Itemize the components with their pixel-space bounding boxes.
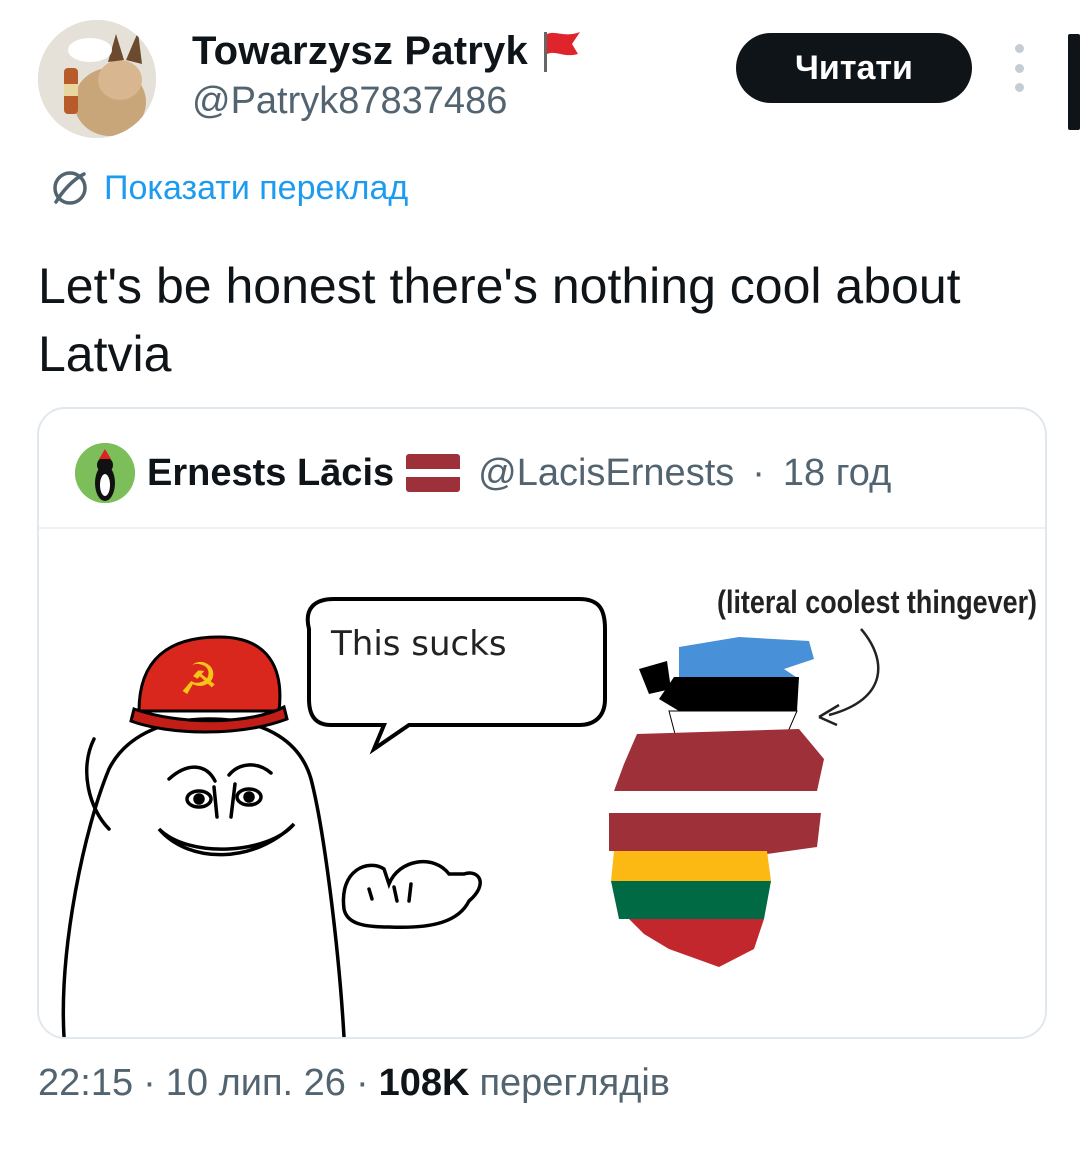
show-translation-label: Показати переклад	[104, 168, 409, 207]
author-display-name[interactable]: Towarzysz Patryk	[192, 29, 528, 74]
quoted-author-handle: @LacisErnests	[478, 451, 735, 494]
caracal-avatar-image	[38, 20, 156, 138]
show-translation-link[interactable]: Показати переклад	[48, 166, 408, 210]
views-count: 108K	[378, 1062, 470, 1104]
globe-icon	[53, 171, 87, 205]
author-avatar[interactable]	[38, 20, 156, 138]
quoted-tweet-header: Ernests Lācis @LacisErnests · 18 год	[75, 443, 891, 503]
quoted-author-avatar	[75, 443, 135, 503]
tweet-footer: 22:15 · 10 лип. 26 · 108K переглядів	[38, 1062, 670, 1105]
speech-bubble: This sucks	[305, 597, 607, 755]
follow-button[interactable]: Читати	[736, 33, 972, 103]
speech-bubble-text: This sucks	[330, 624, 507, 664]
quoted-author-name: Ernests Lācis	[147, 451, 395, 494]
tweet-text: Let's be honest there's nothing cool abo…	[38, 258, 961, 382]
footer-separator: ·	[355, 1062, 369, 1104]
author-name-row: Towarzysz Patryk	[192, 28, 584, 74]
views-label: переглядів	[479, 1062, 670, 1104]
more-options-icon[interactable]	[1006, 44, 1032, 92]
map-caption: (literal coolest thingever)	[717, 584, 1037, 620]
quoted-tweet-age: 18 год	[782, 451, 892, 494]
red-flag-icon	[543, 32, 580, 72]
tweet-date[interactable]: 10 лип. 26	[166, 1062, 346, 1105]
penguin-avatar-image	[75, 443, 135, 503]
svg-text:☭: ☭	[179, 654, 218, 705]
footer-separator: ·	[143, 1062, 156, 1104]
quoted-tweet[interactable]: Ernests Lācis @LacisErnests · 18 год ☭ T…	[37, 407, 1047, 1039]
tweet-time[interactable]: 22:15	[38, 1062, 133, 1105]
meme-image: ☭ This sucks (literal coolest thingever)	[39, 529, 1045, 1037]
latvia-flag-icon	[406, 454, 461, 492]
meta-separator: ·	[752, 451, 765, 494]
scrollbar[interactable]	[1068, 34, 1080, 130]
author-handle[interactable]: @Patryk87837486	[192, 80, 507, 123]
